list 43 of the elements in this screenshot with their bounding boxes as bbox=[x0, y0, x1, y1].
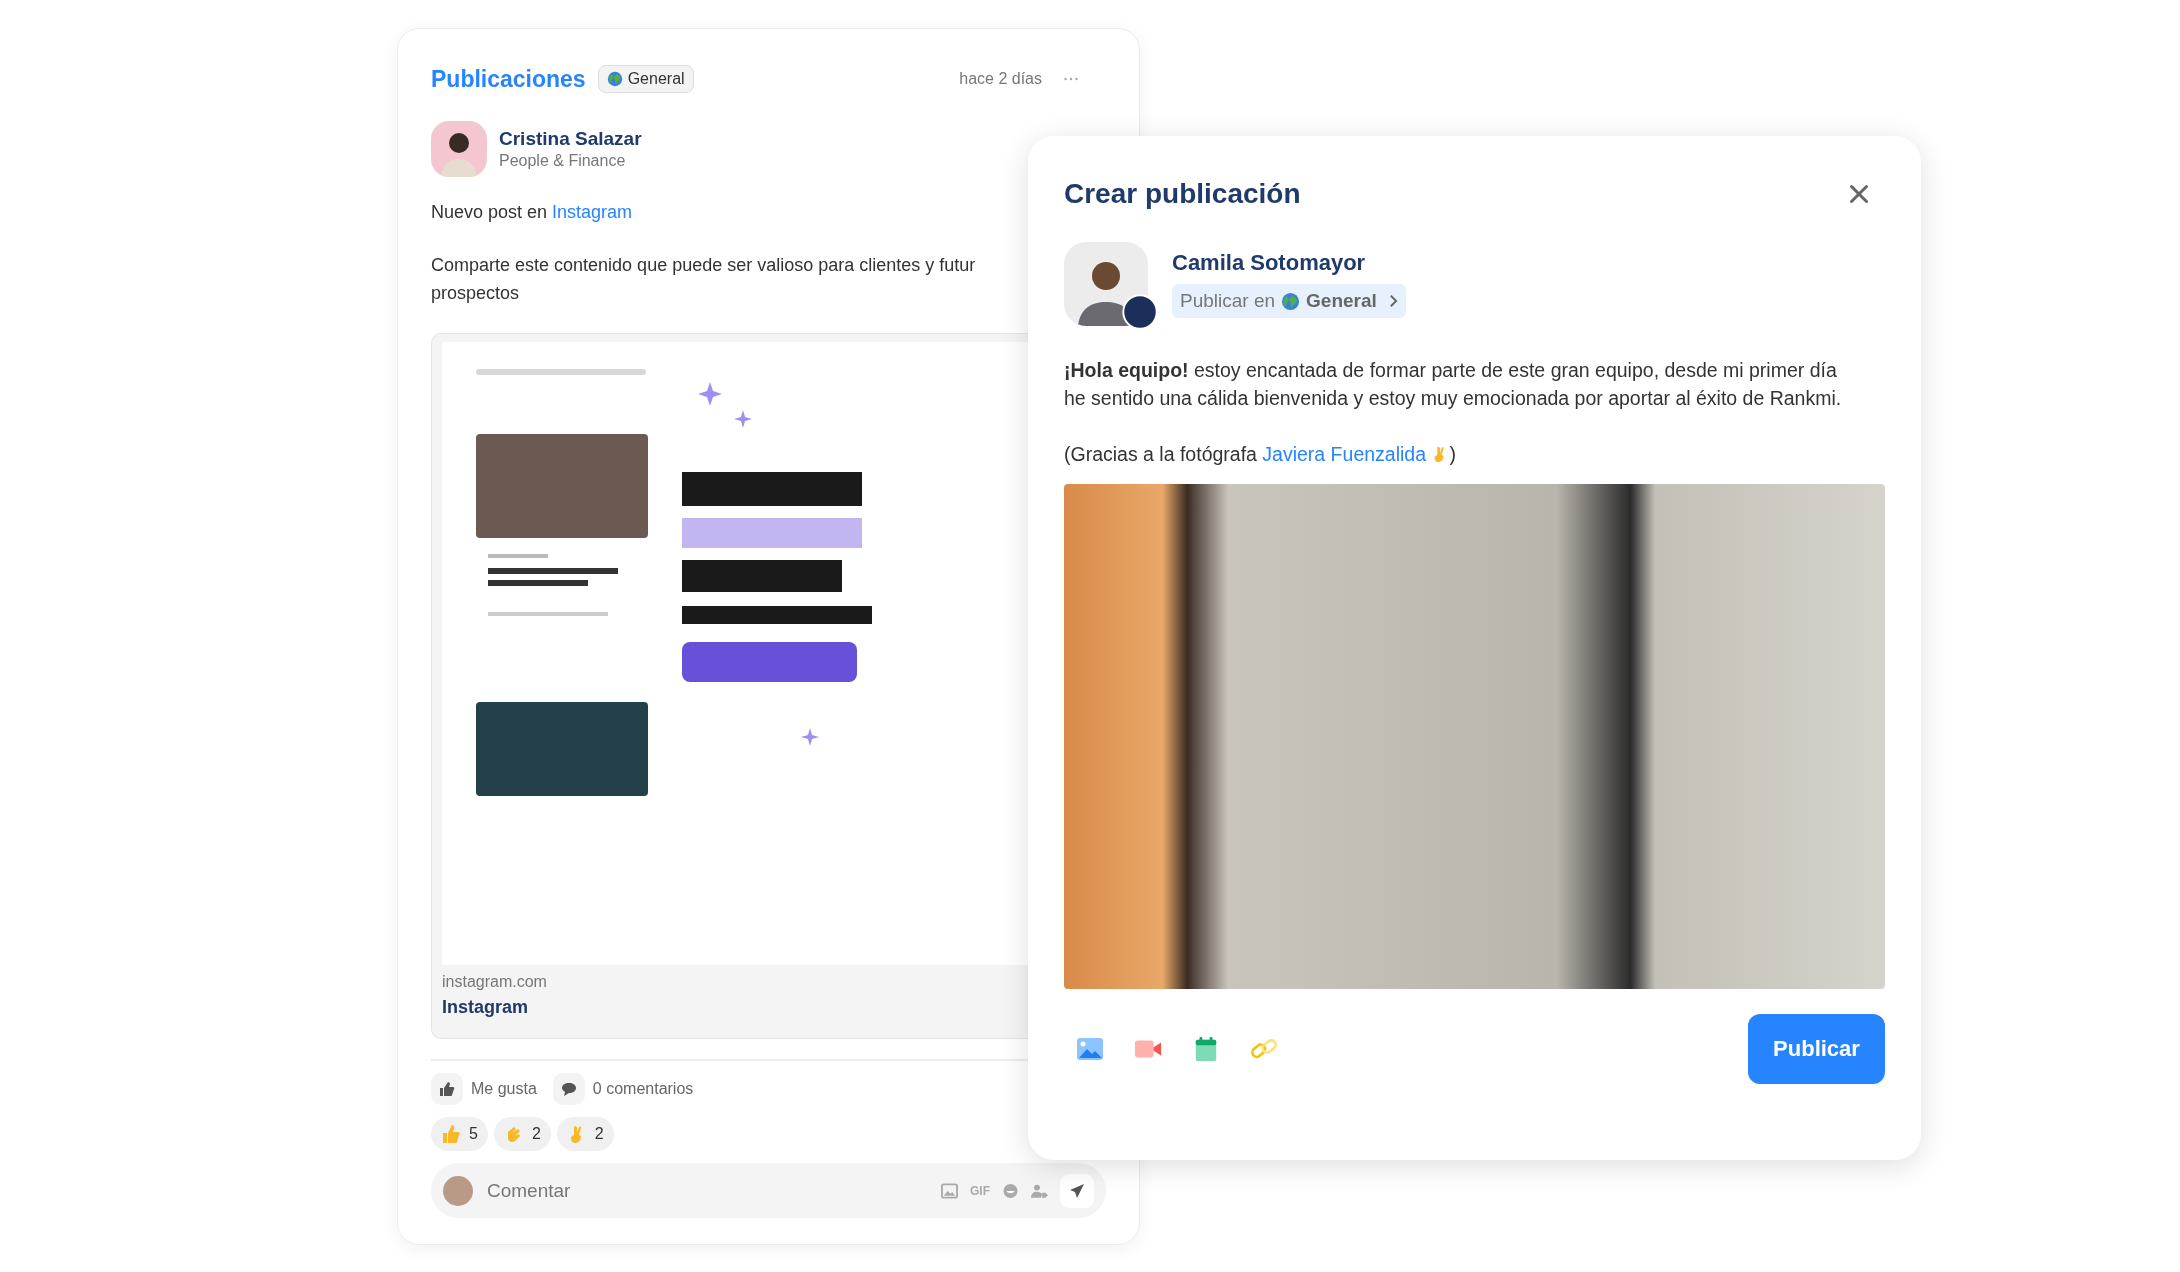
post-body-text: Comparte este contenido que puede ser valioso para clientes y futur bbox=[431, 254, 976, 277]
reaction-count: 2 bbox=[594, 1125, 604, 1143]
preview-title: Instagram bbox=[442, 997, 530, 1018]
photo-credit-text: (Gracias a la fotógrafa Javiera Fuenzalida ) bbox=[1064, 442, 1457, 467]
close-icon[interactable] bbox=[1849, 184, 1869, 204]
more-options-icon[interactable] bbox=[1064, 77, 1078, 81]
speech-bubble-icon bbox=[560, 1081, 577, 1097]
photographer-link[interactable]: Javiera Fuenzalida bbox=[1262, 443, 1427, 465]
preview-domain: instagram.com bbox=[442, 973, 548, 991]
image-icon[interactable] bbox=[941, 1182, 958, 1199]
reaction-count: 2 bbox=[531, 1125, 541, 1143]
emoji-icon[interactable] bbox=[1002, 1182, 1019, 1199]
audience-selector[interactable]: Publicar en General bbox=[1172, 284, 1406, 318]
author-avatar bbox=[431, 121, 487, 177]
reaction-chip[interactable]: 5 bbox=[431, 1117, 488, 1151]
comments-button[interactable]: 0 comentarios bbox=[552, 1073, 694, 1105]
image-icon[interactable] bbox=[1076, 1036, 1104, 1062]
thumbs-up-icon bbox=[439, 1081, 455, 1097]
reaction-count: 5 bbox=[469, 1125, 478, 1143]
author-team: People & Finance bbox=[499, 152, 627, 170]
dialog-title: Crear publicación bbox=[1064, 178, 1301, 210]
post-message-text: ¡Hola equipo! estoy encantada de formar parte de este gran equipo, desde mi primer día he sentido una cálida bienvenida y estoy muy emocionada por aportar al éxito de Rankmi. bbox=[1064, 358, 1843, 411]
author-name: Cristina Salazar bbox=[499, 128, 642, 150]
tag-person-icon[interactable] bbox=[1031, 1182, 1048, 1199]
reaction-chip[interactable]: 2 bbox=[493, 1117, 551, 1151]
like-button[interactable]: Me gusta bbox=[431, 1073, 537, 1105]
logo-badge-icon bbox=[1122, 294, 1158, 330]
publish-button[interactable]: Publicar bbox=[1748, 1014, 1885, 1084]
post-body-text: prospectos bbox=[431, 282, 520, 305]
link-preview-card[interactable]: instagram.com Instagram bbox=[431, 333, 1031, 1039]
post-time: hace 2 días bbox=[959, 70, 1042, 88]
send-button[interactable] bbox=[1060, 1173, 1094, 1208]
section-title: Publicaciones bbox=[431, 65, 586, 93]
author-name: Camila Sotomayor bbox=[1172, 250, 1366, 276]
audience-badge: General bbox=[597, 65, 694, 93]
paper-plane-icon bbox=[1069, 1182, 1085, 1199]
chevron-right-icon bbox=[1388, 294, 1398, 308]
thumbs-up-icon bbox=[441, 1124, 461, 1144]
globe-icon bbox=[1281, 291, 1301, 311]
globe-icon bbox=[606, 71, 623, 87]
user-avatar bbox=[443, 1175, 473, 1206]
instagram-link[interactable]: Instagram bbox=[552, 202, 633, 222]
reaction-chip[interactable]: 2 bbox=[556, 1117, 614, 1151]
